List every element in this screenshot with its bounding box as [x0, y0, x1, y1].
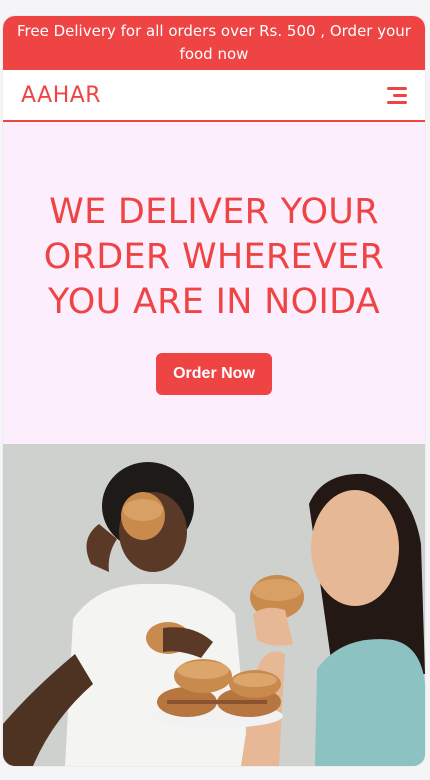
hero-title: WE DELIVER YOUR ORDER WHEREVER YOU ARE I…: [43, 192, 385, 322]
promo-text: Free Delivery for all orders over Rs. 50…: [17, 22, 411, 63]
menu-line: [387, 101, 407, 104]
people-eating-burgers-image: [3, 444, 425, 766]
hero-section: WE DELIVER YOUR ORDER WHEREVER YOU ARE I…: [3, 122, 425, 444]
menu-line: [387, 87, 407, 90]
brand-logo[interactable]: AAHAR: [21, 83, 101, 108]
hamburger-menu-icon[interactable]: [385, 85, 407, 105]
order-now-button[interactable]: Order Now: [156, 353, 272, 395]
navbar: AAHAR: [3, 70, 425, 122]
app-frame: Free Delivery for all orders over Rs. 50…: [3, 16, 425, 766]
promo-banner: Free Delivery for all orders over Rs. 50…: [3, 16, 425, 70]
hero-photo: [3, 444, 425, 766]
menu-line: [393, 94, 407, 97]
